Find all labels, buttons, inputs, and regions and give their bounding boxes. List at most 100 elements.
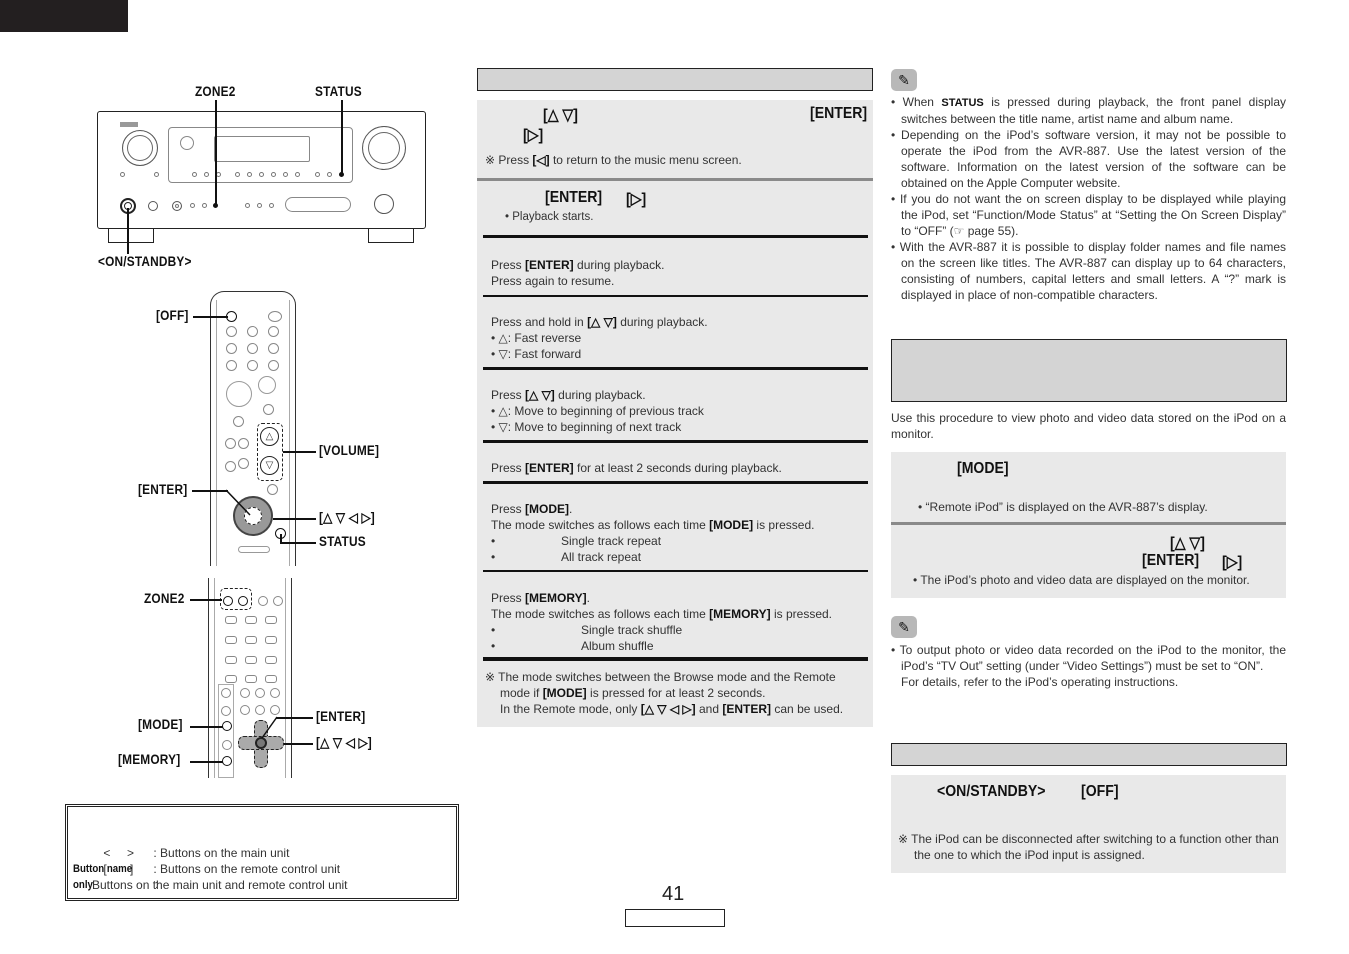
op-text: Press and hold in xyxy=(491,315,588,329)
section-header-bar-disconnect xyxy=(891,743,1287,766)
photo-step2-key-enter: [ENTER] xyxy=(1142,552,1200,569)
remote-button xyxy=(240,688,250,698)
op-line: Press [ENTER] for at least 2 seconds dur… xyxy=(491,460,782,476)
op-line: The mode switches as follows each time [… xyxy=(491,517,814,533)
fn-text: and xyxy=(695,702,723,716)
fn-text: is pressed for at least 2 seconds. xyxy=(586,686,766,700)
remote-button xyxy=(255,705,265,715)
num-key xyxy=(265,656,277,664)
num-key xyxy=(225,616,237,624)
op-text: is pressed. xyxy=(770,607,832,621)
volume-knob xyxy=(362,126,406,170)
stop-button xyxy=(258,376,276,394)
op-item-stop: Press [ENTER] for at least 2 seconds dur… xyxy=(491,460,782,476)
label-enter-remote: [ENTER] xyxy=(316,709,366,724)
middle-footnote: ※ The mode switches between the Browse m… xyxy=(485,669,870,717)
bullet: • xyxy=(491,534,496,548)
photo-step2-bullet: • The iPod’s photo and video data are di… xyxy=(913,573,1250,587)
mode-item-label: Single track repeat xyxy=(561,534,662,548)
unit-button xyxy=(295,172,300,177)
legend-desc: : Buttons on the remote control unit xyxy=(153,862,341,876)
op-text: for at least 2 seconds during playback. xyxy=(573,461,782,475)
status-callout-vert xyxy=(280,534,282,543)
note-bullet: • To output photo or video data recorded… xyxy=(891,643,1286,673)
memory-button xyxy=(222,756,232,766)
volume-up-button: △ xyxy=(260,427,279,446)
small-knob xyxy=(180,136,194,150)
label-status-remote: STATUS xyxy=(319,534,366,549)
fn-text: In the Remote mode, only xyxy=(500,702,641,716)
standby-callout-line xyxy=(127,208,129,254)
unit-button xyxy=(259,172,264,177)
section-header-bar-middle xyxy=(477,68,873,91)
page-footer-box xyxy=(625,909,725,927)
arrows-callout-line xyxy=(273,518,316,520)
display-window xyxy=(214,136,310,162)
note-bullet: • When STATUS is pressed during playback… xyxy=(891,94,1286,127)
page-number: 41 xyxy=(662,883,685,905)
photo-step-divider xyxy=(891,522,1286,525)
fn-key: [MODE] xyxy=(542,686,587,700)
op-key: [MEMORY] xyxy=(525,591,587,605)
num-key xyxy=(265,675,277,683)
mode-item-label: Album shuffle xyxy=(581,639,654,653)
footnote-line: In the Remote mode, only [△ ▽ ◁ ▷] and [… xyxy=(485,701,870,717)
bullet: • xyxy=(491,639,496,653)
unit-button xyxy=(120,172,125,177)
unit-button xyxy=(235,172,240,177)
note-prefix: ※ Press xyxy=(485,153,533,167)
zone2-on-button xyxy=(238,596,248,606)
remote-button xyxy=(247,343,258,354)
label-mode: [MODE] xyxy=(138,717,183,732)
number-keypad xyxy=(222,614,280,684)
remote-button xyxy=(247,360,258,371)
op-mode-item: • Album shuffle xyxy=(491,638,832,654)
label-volume: [VOLUME] xyxy=(319,443,380,458)
remote-button xyxy=(273,596,283,606)
op-key: [MEMORY] xyxy=(709,607,771,621)
receiver-foot-right xyxy=(368,229,414,243)
op-text: Press xyxy=(491,591,526,605)
op-line: • △: Move to beginning of previous track xyxy=(491,404,704,418)
remote-button xyxy=(238,458,249,469)
zone2-remote-callout xyxy=(190,599,222,601)
op-text: Press xyxy=(491,461,526,475)
remote-button xyxy=(225,461,236,472)
op-mode-item: • All track repeat xyxy=(491,549,814,565)
photo-step2-key-arrows: [△ ▽] xyxy=(1170,535,1205,552)
unit-button xyxy=(190,203,195,208)
remote-button xyxy=(268,360,279,371)
off-callout-line xyxy=(193,316,228,318)
remote-button xyxy=(240,705,250,715)
remote-button xyxy=(226,343,237,354)
label-off: [OFF] xyxy=(156,308,189,323)
main-unit-figure: ZONE2 STATUS <ON/STANDBY> xyxy=(90,80,440,280)
footnote-line: ※ The mode switches between the Browse m… xyxy=(485,670,836,684)
label-memory: [MEMORY] xyxy=(118,752,181,767)
fn-text: can be used. xyxy=(771,702,844,716)
remote-button xyxy=(258,596,268,606)
note-continuation: For details, refer to the iPod’s operati… xyxy=(901,675,1179,689)
disconnect-note: ※ The iPod can be disconnected after swi… xyxy=(898,832,1279,862)
label-zone2: ZONE2 xyxy=(195,84,236,99)
note-bullet: • If you do not want the on screen displ… xyxy=(891,192,1286,238)
num-key xyxy=(225,636,237,644)
label-on-standby: <ON/STANDBY> xyxy=(98,254,192,269)
label-zone2-remote: ZONE2 xyxy=(144,591,185,606)
mode-item-label: All track repeat xyxy=(561,550,642,564)
zone2-callout-line xyxy=(215,100,217,204)
unit-button xyxy=(245,203,250,208)
photo-step2-key-right: [▷] xyxy=(1222,554,1243,571)
label-enter: [ENTER] xyxy=(138,482,188,497)
zone2-off-button xyxy=(223,596,233,606)
notes-block-1: • When STATUS is pressed during playback… xyxy=(891,94,1286,303)
remote-button xyxy=(226,326,237,337)
remote-button xyxy=(247,326,258,337)
remote-bottom-figure: ZONE2 [MODE] [MEMORY] [ENTER] [△ ▽ ◁ ▷] xyxy=(110,578,400,783)
op-item-shuffle: Press [MEMORY]. The mode switches as fol… xyxy=(491,590,832,654)
remote-button xyxy=(221,688,231,698)
enter-remote-callout xyxy=(276,717,313,719)
remote-button xyxy=(268,343,279,354)
unit-button xyxy=(327,172,332,177)
section-header-bar-photo xyxy=(891,339,1287,402)
